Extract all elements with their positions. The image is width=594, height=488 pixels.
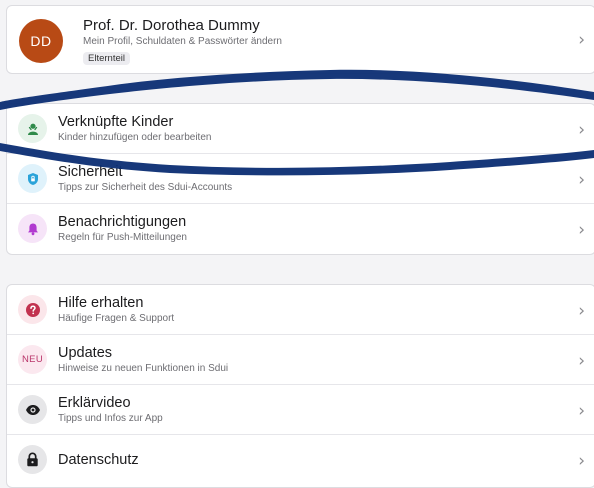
avatar-initials: DD bbox=[30, 33, 52, 49]
lock-shield-icon bbox=[18, 164, 47, 193]
row-title: Benachrichtigungen bbox=[58, 214, 187, 230]
linked-children-row[interactable]: Verknüpfte Kinder Kinder hinzufügen oder… bbox=[7, 104, 594, 154]
chevron-right-icon: › bbox=[578, 451, 585, 471]
chevron-right-icon: › bbox=[578, 401, 585, 421]
padlock-icon bbox=[18, 445, 47, 474]
chevron-right-icon: › bbox=[578, 170, 585, 190]
bell-icon bbox=[18, 214, 47, 243]
row-title: Datenschutz bbox=[58, 452, 139, 468]
avatar: DD bbox=[19, 19, 63, 63]
security-row[interactable]: Sicherheit Tipps zur Sicherheit des Sdui… bbox=[7, 154, 594, 204]
row-subtitle: Häufige Fragen & Support bbox=[58, 313, 175, 324]
row-title: Hilfe erhalten bbox=[58, 295, 144, 311]
notifications-row[interactable]: Benachrichtigungen Regeln für Push-Mitte… bbox=[7, 204, 594, 254]
row-title: Sicherheit bbox=[58, 164, 123, 180]
profile-name: Prof. Dr. Dorothea Dummy bbox=[83, 17, 260, 34]
updates-row[interactable]: NEU Updates Hinweise zu neuen Funktionen… bbox=[7, 335, 594, 385]
row-subtitle: Hinweise zu neuen Funktionen in Sdui bbox=[58, 363, 229, 374]
new-badge-text: NEU bbox=[22, 354, 43, 365]
support-card: Hilfe erhalten Häufige Fragen & Support … bbox=[6, 284, 594, 488]
child-icon bbox=[18, 114, 47, 143]
row-title: Updates bbox=[58, 345, 113, 361]
row-subtitle: Kinder hinzufügen oder bearbeiten bbox=[58, 132, 212, 143]
video-row[interactable]: Erklärvideo Tipps und Infos zur App › bbox=[7, 385, 594, 435]
row-subtitle: Tipps und Infos zur App bbox=[58, 413, 163, 424]
eye-icon bbox=[18, 395, 47, 424]
role-badge: Elternteil bbox=[83, 52, 130, 65]
question-icon bbox=[18, 295, 47, 324]
chevron-right-icon: › bbox=[578, 351, 585, 371]
chevron-right-icon: › bbox=[578, 220, 585, 240]
help-row[interactable]: Hilfe erhalten Häufige Fragen & Support … bbox=[7, 285, 594, 335]
chevron-right-icon: › bbox=[578, 301, 585, 321]
chevron-right-icon: › bbox=[578, 120, 585, 140]
row-title: Verknüpfte Kinder bbox=[58, 114, 174, 130]
profile-card[interactable]: DD Prof. Dr. Dorothea Dummy Mein Profil,… bbox=[6, 5, 594, 74]
profile-subtitle: Mein Profil, Schuldaten & Passwörter änd… bbox=[83, 36, 282, 47]
new-badge-icon: NEU bbox=[18, 345, 47, 374]
row-title: Erklärvideo bbox=[58, 395, 131, 411]
privacy-row[interactable]: Datenschutz › bbox=[7, 435, 594, 485]
settings-card: Verknüpfte Kinder Kinder hinzufügen oder… bbox=[6, 103, 594, 255]
row-subtitle: Tipps zur Sicherheit des Sdui-Accounts bbox=[58, 182, 233, 193]
row-subtitle: Regeln für Push-Mitteilungen bbox=[58, 232, 187, 243]
chevron-right-icon: › bbox=[578, 30, 585, 50]
